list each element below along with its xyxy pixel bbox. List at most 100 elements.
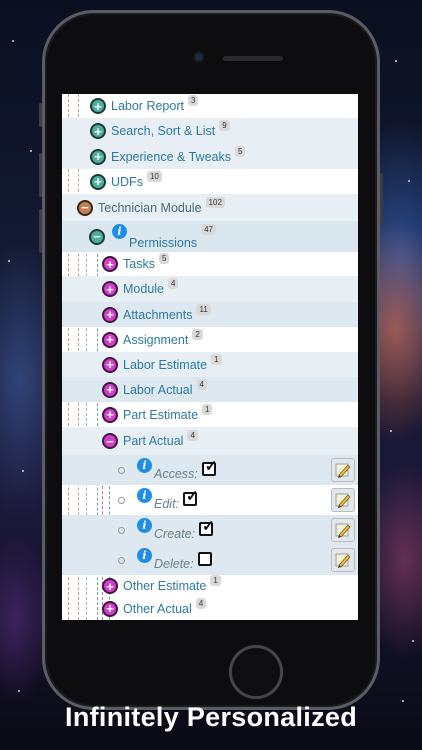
- plus-circle-icon[interactable]: +: [102, 281, 118, 297]
- radio-icon[interactable]: [118, 466, 125, 474]
- tree-item-label: Permissions: [129, 235, 198, 250]
- tree-item-udfs[interactable]: + UDFs 10: [62, 169, 358, 194]
- app-screen: + Labor Report 3 + Search, Sort & List 9 +…: [62, 94, 358, 620]
- tree-item-assignment[interactable]: + Assignment 2: [62, 327, 358, 352]
- tree-item-experience-tweaks[interactable]: + Experience & Tweaks 5: [62, 144, 358, 169]
- info-icon[interactable]: i: [137, 457, 152, 473]
- count-badge: 9: [219, 120, 230, 131]
- pencil-icon: [335, 463, 351, 478]
- tree-item-module[interactable]: + Module 4: [62, 276, 358, 302]
- permission-row-edit: i Edit: ✓: [62, 485, 358, 515]
- delete-checkbox[interactable]: [197, 552, 212, 566]
- plus-circle-icon[interactable]: +: [102, 381, 118, 398]
- tree-item-part-actual[interactable]: − Part Actual 4: [62, 427, 358, 455]
- count-badge: 1: [210, 575, 221, 586]
- count-badge: 11: [196, 303, 211, 315]
- tree-item-label: Assignment: [123, 332, 189, 347]
- create-checkbox[interactable]: ✓: [199, 518, 215, 536]
- tree-item-label: Part Actual: [123, 434, 184, 448]
- count-badge: 1: [211, 353, 222, 365]
- tree-item-labor-actual[interactable]: + Labor Actual 4: [62, 377, 358, 402]
- count-badge: 47: [201, 223, 216, 235]
- count-badge: 2: [192, 328, 203, 340]
- access-checkbox[interactable]: ✓: [201, 459, 217, 476]
- edit-pencil-button[interactable]: [331, 518, 355, 542]
- tree-item-label: Labor Estimate: [123, 357, 208, 372]
- checkmark-icon: ✓: [186, 488, 199, 505]
- tree-item-permissions[interactable]: − i Permissions47: [62, 221, 358, 252]
- tree-item-label: Labor Report: [111, 99, 184, 113]
- minus-circle-icon[interactable]: −: [102, 433, 118, 449]
- info-icon[interactable]: i: [137, 487, 152, 503]
- permission-row-access: i Access: ✓: [62, 455, 358, 485]
- count-badge: 5: [158, 253, 170, 264]
- radio-icon[interactable]: [118, 526, 125, 534]
- pencil-icon: [335, 553, 351, 568]
- tagline: Infinitely Personalized: [65, 702, 357, 732]
- home-button[interactable]: [229, 645, 283, 699]
- plus-circle-icon[interactable]: +: [102, 406, 118, 423]
- pencil-icon: [335, 523, 351, 538]
- tree-item-attachments[interactable]: + Attachments 11: [62, 302, 358, 327]
- tree-item-technician-module[interactable]: − Technician Module 102: [62, 194, 358, 221]
- tree-item-part-estimate[interactable]: + Part Estimate 1: [62, 402, 358, 427]
- volume-up-button: [39, 153, 42, 197]
- count-badge: 3: [187, 95, 199, 106]
- permission-label: Delete:: [154, 557, 194, 571]
- plus-circle-icon[interactable]: +: [102, 600, 118, 617]
- tree-item-labor-report[interactable]: + Labor Report 3: [62, 94, 358, 118]
- tree-item-tasks[interactable]: + Tasks 5: [62, 252, 358, 276]
- permission-label: Create:: [154, 527, 195, 541]
- count-badge: 4: [195, 597, 207, 609]
- permission-row-delete: i Delete:: [62, 545, 358, 575]
- tree-item-labor-estimate[interactable]: + Labor Estimate 1: [62, 352, 358, 377]
- plus-circle-icon[interactable]: +: [90, 123, 106, 139]
- plus-circle-icon[interactable]: +: [102, 356, 118, 373]
- plus-circle-icon[interactable]: +: [90, 98, 106, 114]
- minus-circle-icon[interactable]: −: [77, 199, 93, 216]
- count-badge: 5: [234, 145, 246, 157]
- volume-down-button: [39, 209, 42, 253]
- plus-circle-icon[interactable]: +: [102, 256, 118, 272]
- plus-circle-icon[interactable]: +: [90, 173, 106, 190]
- tree-item-label: Experience & Tweaks: [111, 149, 231, 164]
- edit-pencil-button[interactable]: [331, 488, 355, 512]
- permission-label: Edit:: [154, 497, 180, 511]
- tree-item-label: Other Actual: [123, 601, 192, 616]
- checkmark-icon: ✓: [202, 518, 215, 535]
- tree-item-label: Labor Actual: [123, 382, 193, 397]
- plus-circle-icon[interactable]: +: [102, 306, 118, 323]
- mute-switch: [39, 103, 42, 127]
- plus-circle-icon[interactable]: +: [102, 331, 118, 348]
- minus-circle-icon[interactable]: −: [89, 228, 105, 245]
- info-icon[interactable]: i: [112, 224, 127, 239]
- tree-item-label: Tasks: [123, 257, 155, 271]
- count-badge: 4: [168, 278, 179, 289]
- tree-item-label: UDFs: [111, 174, 143, 189]
- tree-item-search-sort-list[interactable]: + Search, Sort & List 9: [62, 118, 358, 144]
- radio-icon[interactable]: [118, 496, 125, 504]
- plus-circle-icon[interactable]: +: [90, 148, 106, 165]
- edit-pencil-button[interactable]: [331, 458, 355, 482]
- tree-item-other-actual[interactable]: + Other Actual 4: [62, 597, 358, 620]
- earpiece-speaker: [223, 56, 283, 61]
- tree-item-label: Other Estimate: [123, 579, 207, 593]
- tree-item-other-estimate[interactable]: + Other Estimate 1: [62, 575, 358, 597]
- edit-pencil-button[interactable]: [331, 548, 355, 572]
- power-button: [380, 173, 383, 225]
- info-icon[interactable]: i: [137, 547, 152, 563]
- count-badge: 102: [205, 196, 225, 208]
- radio-icon[interactable]: [118, 556, 125, 564]
- count-badge: 4: [196, 378, 207, 390]
- pencil-icon: [335, 493, 351, 508]
- plus-circle-icon[interactable]: +: [102, 578, 118, 594]
- info-icon[interactable]: i: [137, 517, 152, 533]
- count-badge: 4: [187, 430, 198, 441]
- tree-item-label: Module: [123, 282, 164, 296]
- count-badge: 1: [202, 403, 213, 415]
- tree-item-label: Part Estimate: [123, 407, 199, 422]
- front-camera: [195, 53, 203, 61]
- tree-item-label: Search, Sort & List: [111, 124, 216, 138]
- count-badge: 10: [146, 170, 162, 182]
- edit-checkbox[interactable]: ✓: [183, 488, 199, 506]
